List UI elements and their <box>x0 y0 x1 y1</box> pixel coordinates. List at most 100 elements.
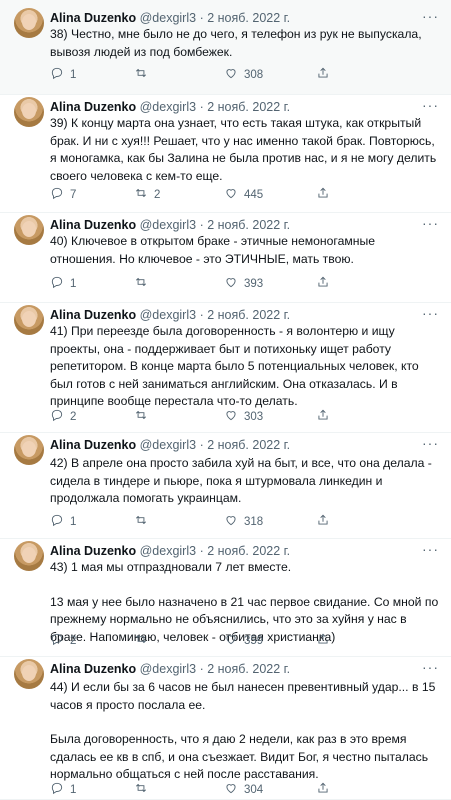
author-name[interactable]: Alina Duzenko <box>50 308 136 322</box>
author-name[interactable]: Alina Duzenko <box>50 100 136 114</box>
share-icon <box>316 275 330 292</box>
tweet-body: 44) И если бы за 6 часов не был нанесен … <box>50 679 439 784</box>
author-name[interactable]: Alina Duzenko <box>50 218 136 232</box>
tweet[interactable]: Alina Duzenko @dexgirl3 · 2 нояб. 2022 г… <box>0 0 451 95</box>
reply-button[interactable]: 1 <box>50 66 76 83</box>
like-button[interactable]: 393 <box>224 275 263 292</box>
separator-dot: · <box>199 11 204 25</box>
tweet-header: Alina Duzenko @dexgirl3 · 2 нояб. 2022 г… <box>50 217 421 233</box>
like-button[interactable]: 359 <box>224 632 263 649</box>
retweet-count: 2 <box>154 188 161 201</box>
share-button[interactable] <box>316 513 330 530</box>
tweet-date[interactable]: 2 нояб. 2022 г. <box>207 218 290 232</box>
retweet-button[interactable]: 2 <box>134 186 160 203</box>
tweet-header: Alina Duzenko @dexgirl3 · 2 нояб. 2022 г… <box>50 307 421 323</box>
share-button[interactable] <box>316 66 330 83</box>
author-name[interactable]: Alina Duzenko <box>50 662 136 676</box>
tweet[interactable]: Alina Duzenko @dexgirl3 · 2 нояб. 2022 г… <box>0 213 451 303</box>
like-button[interactable]: 308 <box>224 66 263 83</box>
tweet[interactable]: Alina Duzenko @dexgirl3 · 2 нояб. 2022 г… <box>0 657 451 800</box>
reply-icon <box>50 632 64 649</box>
reply-count: 7 <box>70 188 77 201</box>
heart-icon <box>224 66 238 83</box>
reply-icon <box>50 66 64 83</box>
like-button[interactable]: 445 <box>224 186 263 203</box>
reply-count: 1 <box>70 68 77 81</box>
tweet-actions: 1 304 <box>50 781 431 797</box>
tweet-date[interactable]: 2 нояб. 2022 г. <box>207 100 290 114</box>
reply-button[interactable]: 1 <box>50 781 76 798</box>
separator-dot: · <box>199 308 204 322</box>
tweet-date[interactable]: 2 нояб. 2022 г. <box>207 308 290 322</box>
author-name[interactable]: Alina Duzenko <box>50 544 136 558</box>
like-button[interactable]: 318 <box>224 513 263 530</box>
share-icon <box>316 632 330 649</box>
avatar[interactable] <box>14 305 44 335</box>
reply-count: 2 <box>70 634 77 647</box>
more-options-icon[interactable]: ··· <box>422 305 439 321</box>
heart-icon <box>224 781 238 798</box>
retweet-button[interactable] <box>134 781 154 798</box>
retweet-button[interactable] <box>134 66 154 83</box>
reply-count: 1 <box>70 515 77 528</box>
tweet[interactable]: Alina Duzenko @dexgirl3 · 2 нояб. 2022 г… <box>0 95 451 213</box>
share-button[interactable] <box>316 632 330 649</box>
tweet-date[interactable]: 2 нояб. 2022 г. <box>207 11 290 25</box>
like-count: 318 <box>244 515 264 528</box>
like-button[interactable]: 304 <box>224 781 263 798</box>
reply-button[interactable]: 1 <box>50 513 76 530</box>
reply-button[interactable]: 7 <box>50 186 76 203</box>
avatar[interactable] <box>14 435 44 465</box>
more-options-icon[interactable]: ··· <box>422 435 439 451</box>
share-icon <box>316 186 330 203</box>
author-name[interactable]: Alina Duzenko <box>50 11 136 25</box>
avatar[interactable] <box>14 8 44 38</box>
more-options-icon[interactable]: ··· <box>422 97 439 113</box>
more-options-icon[interactable]: ··· <box>422 8 439 24</box>
more-options-icon[interactable]: ··· <box>422 215 439 231</box>
heart-icon <box>224 632 238 649</box>
tweet[interactable]: Alina Duzenko @dexgirl3 · 2 нояб. 2022 г… <box>0 433 451 539</box>
tweet[interactable]: Alina Duzenko @dexgirl3 · 2 нояб. 2022 г… <box>0 539 451 657</box>
like-button[interactable]: 303 <box>224 408 263 425</box>
tweet[interactable]: Alina Duzenko @dexgirl3 · 2 нояб. 2022 г… <box>0 303 451 433</box>
author-handle[interactable]: @dexgirl3 <box>140 438 196 452</box>
tweet-text: 43) 1 мая мы отпраздновали 7 лет вместе. <box>50 560 292 574</box>
author-handle[interactable]: @dexgirl3 <box>140 218 196 232</box>
separator-dot: · <box>199 438 204 452</box>
retweet-button[interactable] <box>134 408 154 425</box>
share-button[interactable] <box>316 186 330 203</box>
reply-button[interactable]: 1 <box>50 275 76 292</box>
reply-button[interactable]: 2 <box>50 632 76 649</box>
more-options-icon[interactable]: ··· <box>422 541 439 557</box>
tweet-text: 40) Ключевое в открытом браке - этичные … <box>50 234 376 266</box>
author-name[interactable]: Alina Duzenko <box>50 438 136 452</box>
tweet-body: 38) Честно, мне было не до чего, я телеф… <box>50 26 439 61</box>
avatar[interactable] <box>14 215 44 245</box>
separator-dot: · <box>199 100 204 114</box>
author-handle[interactable]: @dexgirl3 <box>140 544 196 558</box>
avatar[interactable] <box>14 541 44 571</box>
reply-button[interactable]: 2 <box>50 408 76 425</box>
retweet-button[interactable] <box>134 513 154 530</box>
avatar[interactable] <box>14 97 44 127</box>
share-icon <box>316 408 330 425</box>
more-options-icon[interactable]: ··· <box>422 659 439 675</box>
tweet-date[interactable]: 2 нояб. 2022 г. <box>207 438 290 452</box>
author-handle[interactable]: @dexgirl3 <box>140 308 196 322</box>
tweet-date[interactable]: 2 нояб. 2022 г. <box>207 662 290 676</box>
retweet-button[interactable] <box>134 275 154 292</box>
like-count: 393 <box>244 277 264 290</box>
retweet-button[interactable] <box>134 632 154 649</box>
share-button[interactable] <box>316 275 330 292</box>
author-handle[interactable]: @dexgirl3 <box>140 100 196 114</box>
author-handle[interactable]: @dexgirl3 <box>140 662 196 676</box>
author-handle[interactable]: @dexgirl3 <box>140 11 196 25</box>
share-button[interactable] <box>316 408 330 425</box>
reply-icon <box>50 408 64 425</box>
tweet-date[interactable]: 2 нояб. 2022 г. <box>207 544 290 558</box>
avatar[interactable] <box>14 659 44 689</box>
share-button[interactable] <box>316 781 330 798</box>
tweet-actions: 1 318 <box>50 513 431 529</box>
tweet-text: 42) В апреле она просто забила хуй на бы… <box>50 456 432 505</box>
